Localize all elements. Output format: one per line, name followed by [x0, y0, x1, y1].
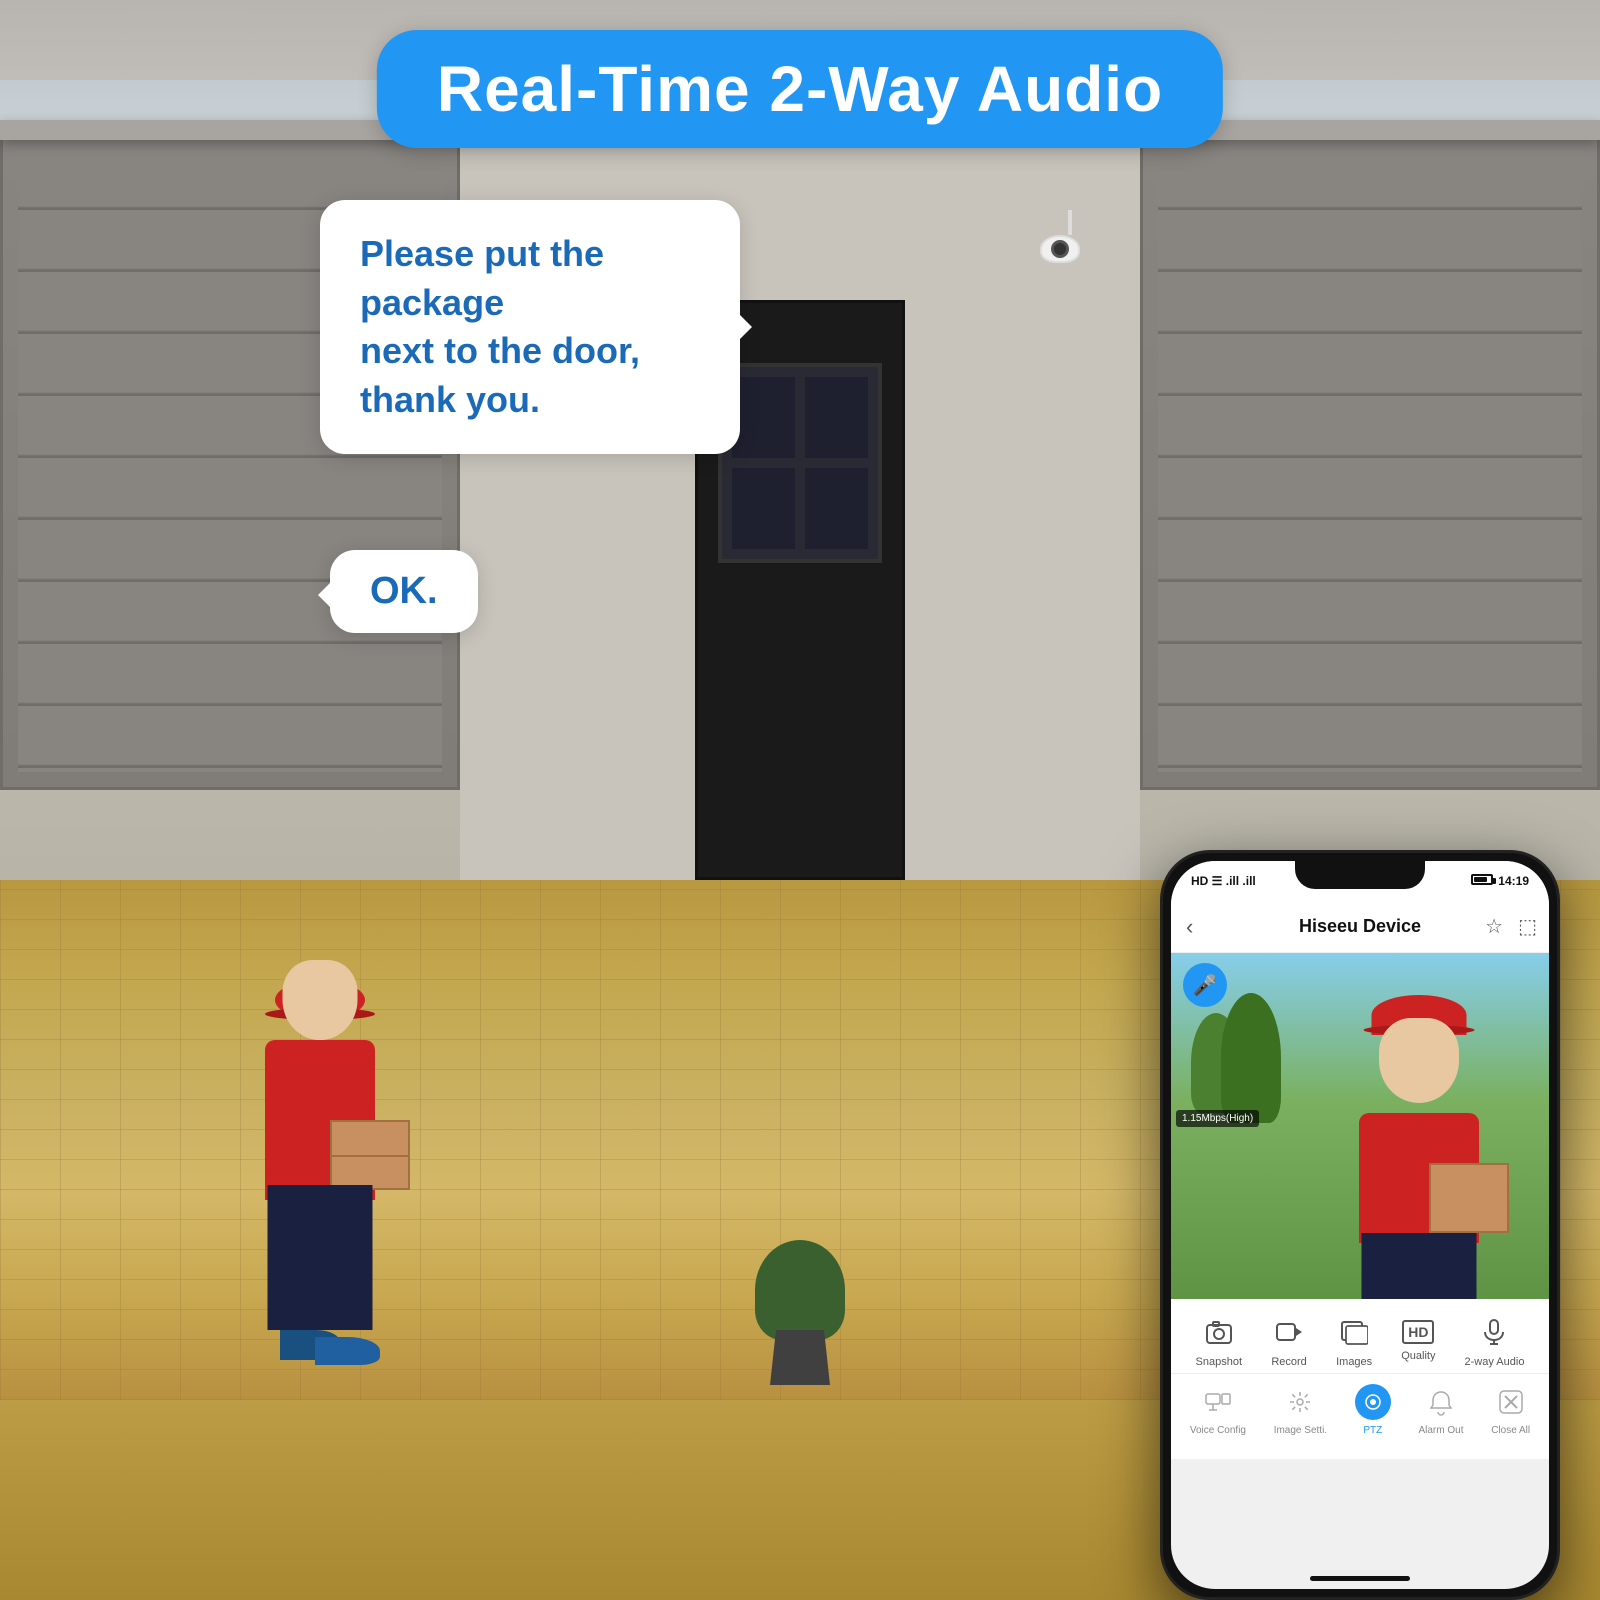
- speech-bubble-person-text: OK.: [370, 570, 438, 613]
- ptz-label: PTZ: [1363, 1425, 1382, 1436]
- quality-label: Quality: [1401, 1350, 1435, 1362]
- feed-person-head: [1379, 1018, 1459, 1103]
- bitrate-badge: 1.15Mbps(High): [1176, 1110, 1259, 1127]
- images-label: Images: [1336, 1356, 1372, 1368]
- camera-body: [1040, 235, 1080, 263]
- microphone-button[interactable]: 🎤: [1183, 963, 1227, 1007]
- title-text: Real-Time 2-Way Audio: [437, 53, 1163, 125]
- close-all-icon: [1493, 1384, 1529, 1420]
- feed-box: [1429, 1163, 1509, 1233]
- status-right: 14:19: [1471, 874, 1529, 888]
- app-title: Hiseeu Device: [1299, 916, 1421, 937]
- person-pants: [268, 1185, 373, 1330]
- person-package: [330, 1120, 410, 1190]
- images-button[interactable]: Images: [1336, 1314, 1372, 1368]
- bitrate-text: 1.15Mbps(High): [1182, 1113, 1253, 1124]
- potted-plant: [750, 1245, 850, 1385]
- speech-bubble-from-person: OK.: [330, 550, 478, 633]
- snapshot-icon: [1201, 1314, 1237, 1350]
- voice-config-label: Voice Config: [1190, 1425, 1246, 1436]
- app-header: ‹ Hiseeu Device ☆ ⬚: [1171, 901, 1549, 953]
- speech-bubble-camera-text: Please put the package next to the door,…: [360, 230, 700, 424]
- header-icons: ☆ ⬚: [1485, 914, 1537, 939]
- speech-bubble-from-camera: Please put the package next to the door,…: [320, 200, 740, 454]
- controls-row-2: Voice Config Image Setti.: [1171, 1374, 1549, 1441]
- image-settings-icon: [1282, 1384, 1318, 1420]
- home-bar: [1310, 1576, 1410, 1581]
- battery-fill: [1474, 877, 1487, 882]
- voice-config-icon: [1200, 1384, 1236, 1420]
- twoway-audio-label: 2-way Audio: [1465, 1356, 1525, 1368]
- bottom-controls: Snapshot Record: [1171, 1299, 1549, 1459]
- image-settings-button[interactable]: Image Setti.: [1274, 1384, 1327, 1436]
- close-all-button[interactable]: Close All: [1491, 1384, 1530, 1436]
- plant-pot: [770, 1330, 830, 1385]
- door-pane-4: [803, 466, 870, 551]
- ptz-button[interactable]: PTZ: [1355, 1384, 1391, 1436]
- alarm-out-icon: [1423, 1384, 1459, 1420]
- ptz-icon: [1355, 1384, 1391, 1420]
- mic-icon: 🎤: [1193, 973, 1218, 998]
- delivery-person: [220, 900, 420, 1400]
- camera-feed: [1171, 953, 1549, 1323]
- title-badge: Real-Time 2-Way Audio: [377, 30, 1223, 148]
- star-icon[interactable]: ☆: [1485, 914, 1503, 939]
- snapshot-label: Snapshot: [1196, 1356, 1242, 1368]
- door-pane-1: [730, 375, 797, 460]
- record-button[interactable]: Record: [1271, 1314, 1307, 1368]
- garage-door-right: [1140, 130, 1600, 790]
- back-button[interactable]: ‹: [1186, 914, 1193, 940]
- record-icon: [1271, 1314, 1307, 1350]
- feed-delivery-person: [1319, 993, 1519, 1323]
- snapshot-button[interactable]: Snapshot: [1196, 1314, 1242, 1368]
- feed-tree-2: [1221, 993, 1281, 1123]
- camera-lens: [1051, 240, 1069, 258]
- battery-icon: [1471, 874, 1493, 885]
- quality-button[interactable]: HD Quality: [1401, 1320, 1435, 1362]
- phone-screen: HD ☰ .ill .ill 14:19 ‹ Hiseeu Device ☆ ⬚…: [1171, 861, 1549, 1589]
- status-time: 14:19: [1498, 874, 1529, 888]
- status-left: HD ☰ .ill .ill: [1191, 874, 1256, 888]
- phone-mockup: HD ☰ .ill .ill 14:19 ‹ Hiseeu Device ☆ ⬚…: [1160, 850, 1560, 1600]
- phone-notch: [1295, 861, 1425, 889]
- security-camera: [1040, 235, 1100, 280]
- person-body: [220, 900, 420, 1400]
- alarm-out-button[interactable]: Alarm Out: [1418, 1384, 1463, 1436]
- door-window: [718, 363, 882, 563]
- record-label: Record: [1271, 1356, 1306, 1368]
- battery-level: [1471, 874, 1493, 888]
- cast-icon[interactable]: ⬚: [1518, 914, 1537, 939]
- voice-config-button[interactable]: Voice Config: [1190, 1384, 1246, 1436]
- twoway-audio-button[interactable]: 2-way Audio: [1465, 1314, 1525, 1368]
- alarm-out-label: Alarm Out: [1418, 1425, 1463, 1436]
- door-pane-2: [803, 375, 870, 460]
- person-shoe-right: [315, 1337, 380, 1365]
- images-icon: [1336, 1314, 1372, 1350]
- person-head: [283, 960, 358, 1040]
- twoway-audio-icon: [1476, 1314, 1512, 1350]
- image-settings-label: Image Setti.: [1274, 1425, 1327, 1436]
- controls-row-1: Snapshot Record: [1171, 1299, 1549, 1374]
- plant-foliage: [755, 1240, 845, 1340]
- close-all-label: Close All: [1491, 1425, 1530, 1436]
- door-pane-3: [730, 466, 797, 551]
- camera-mount: [1068, 210, 1072, 235]
- quality-icon: HD: [1402, 1320, 1434, 1344]
